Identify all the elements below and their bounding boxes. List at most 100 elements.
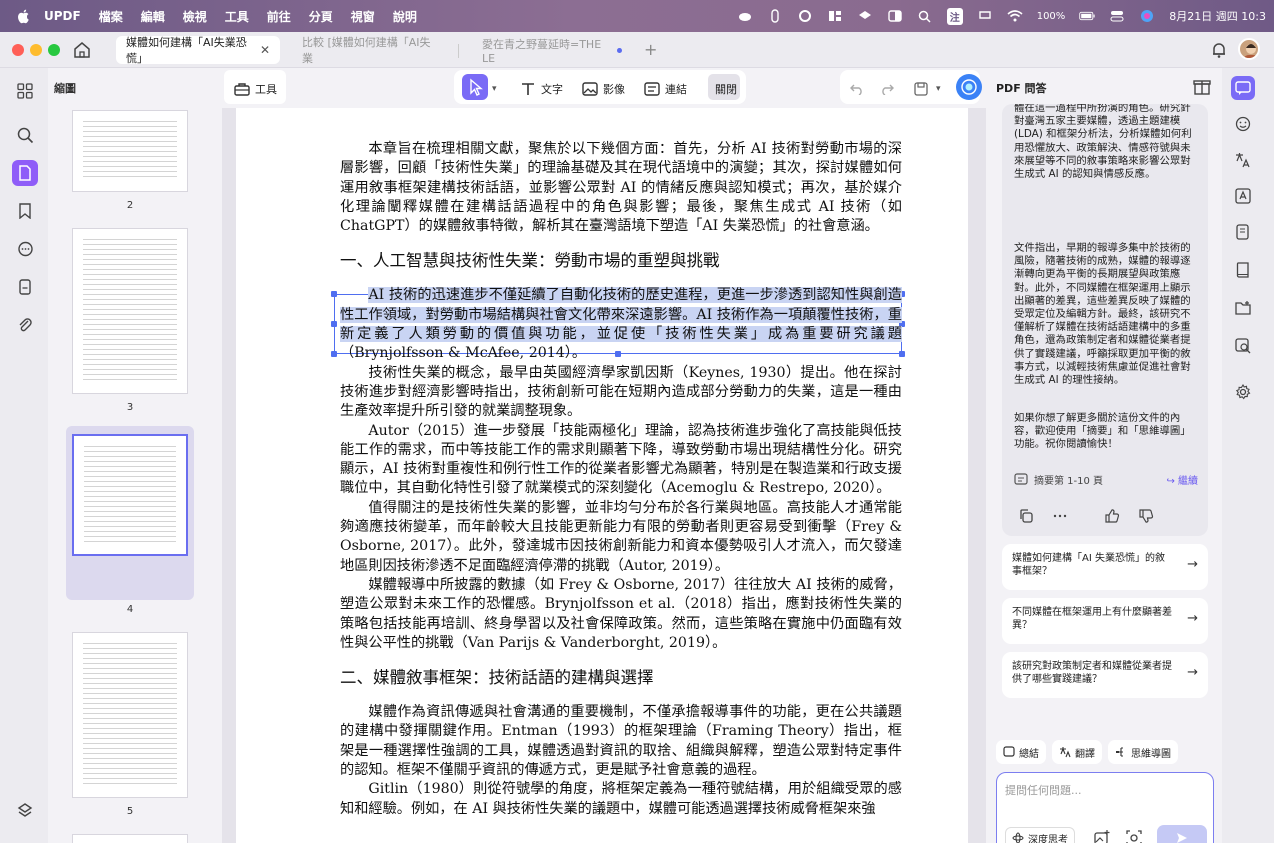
send-button[interactable] <box>1157 825 1207 843</box>
window-close-button[interactable] <box>12 44 24 56</box>
question-input[interactable] <box>1005 781 1195 799</box>
split-view-icon[interactable] <box>827 8 843 24</box>
save-icon[interactable] <box>914 76 933 102</box>
selection-handle[interactable] <box>331 291 337 297</box>
home-icon[interactable] <box>72 40 92 60</box>
tab-doc-2[interactable]: 比較 [媒體如何建構「AI失業 <box>292 36 442 65</box>
tab-doc-3[interactable]: 愛在青之野蔓延時=THE LE <box>472 36 632 65</box>
control-center-icon[interactable] <box>1109 8 1125 24</box>
menu-tools[interactable]: 工具 <box>225 8 249 25</box>
tools-button[interactable]: 工具 <box>234 76 277 102</box>
form-rail-button[interactable] <box>1231 220 1255 244</box>
page-thumbnail-2[interactable] <box>72 110 188 192</box>
organize-rail-button[interactable] <box>1231 296 1255 320</box>
undo-icon[interactable] <box>850 76 869 102</box>
menu-tab[interactable]: 分頁 <box>309 8 333 25</box>
tab-close-icon[interactable]: ✕ <box>260 43 270 57</box>
search-rail-button[interactable] <box>12 122 38 148</box>
menu-go[interactable]: 前往 <box>267 8 291 25</box>
screenshot-icon[interactable] <box>1125 829 1143 843</box>
scan-rail-button[interactable] <box>1231 334 1255 358</box>
screen-mirror-icon[interactable] <box>977 8 993 24</box>
battery-icon[interactable] <box>1079 8 1095 24</box>
link-tool-button[interactable]: 連結 <box>644 76 687 102</box>
suggested-question-1[interactable]: 媒體如何建構「AI 失業恐慌」的敘事框架？ → <box>1002 544 1208 590</box>
ocr-rail-button[interactable] <box>1231 184 1255 208</box>
page-thumbnail-3[interactable] <box>72 228 188 394</box>
paragraph[interactable]: AI 技術的迅速進步不僅延續了自動化技術的歷史進程，更進一步滲透到認知性與創造性… <box>340 286 902 363</box>
paragraph[interactable]: 媒體報導中所披露的數據（如 Frey & Osborne, 2017）往往放大 … <box>340 576 902 653</box>
avatar[interactable] <box>1238 38 1260 60</box>
sync-icon[interactable] <box>797 8 813 24</box>
reader-rail-button[interactable] <box>1231 258 1255 282</box>
input-method-icon[interactable]: 注 <box>946 7 963 25</box>
add-tab-button[interactable]: + <box>644 40 657 59</box>
copy-icon[interactable] <box>1018 508 1034 524</box>
pages-rail-button[interactable] <box>12 160 38 186</box>
page-thumbnail-6[interactable] <box>72 834 188 843</box>
paragraph[interactable]: 值得關注的是技術性失業的影響，並非均勻分布於各行業與地區。高技能人才通常能夠適應… <box>340 499 902 576</box>
menu-help[interactable]: 說明 <box>393 8 417 25</box>
close-edit-button[interactable]: 關閉 <box>715 76 737 102</box>
wifi-icon[interactable] <box>1007 8 1023 24</box>
section-heading[interactable]: 一、人工智慧與技術性失業：勞動市場的重塑與挑戰 <box>340 250 902 272</box>
select-tool-button[interactable] <box>462 74 488 100</box>
selection-handle[interactable] <box>331 351 337 357</box>
search-icon[interactable] <box>917 8 933 24</box>
text-tool-button[interactable]: 文字 <box>520 76 563 102</box>
bell-icon[interactable] <box>1210 41 1228 59</box>
contrast-icon[interactable] <box>887 8 903 24</box>
thumbs-down-icon[interactable] <box>1138 508 1154 524</box>
select-tool-dropdown[interactable]: ▾ <box>492 76 497 102</box>
gift-icon[interactable] <box>1192 76 1212 96</box>
stack-icon[interactable] <box>857 8 873 24</box>
mindmap-chip[interactable]: 思維導圖 <box>1108 740 1178 764</box>
menu-view[interactable]: 檢視 <box>183 8 207 25</box>
section-heading[interactable]: 二、媒體敘事框架：技術話語的建構與選擇 <box>340 667 902 689</box>
suggested-question-3[interactable]: 該研究對政策制定者和媒體從業者提供了哪些實踐建議？ → <box>1002 652 1208 698</box>
page-text[interactable]: 本章旨在梳理相關文獻，聚焦於以下幾個方面：首先，分析 AI 技術對勞動市場的深層… <box>340 140 902 819</box>
layers-rail-button[interactable] <box>12 797 38 823</box>
suggested-question-2[interactable]: 不同媒體在框架運用上有什麼顯著差異？ → <box>1002 598 1208 644</box>
cloud-icon[interactable] <box>737 8 753 24</box>
comments-rail-button[interactable] <box>12 236 38 262</box>
redo-icon[interactable] <box>880 76 899 102</box>
save-dropdown-icon[interactable]: ▾ <box>936 76 941 102</box>
paragraph[interactable]: 媒體作為資訊傳遞與社會溝通的重要機制，不僅承擔報導事件的功能，更在公共議題的建構… <box>340 703 902 780</box>
menu-edit[interactable]: 編輯 <box>141 8 165 25</box>
settings-rail-button[interactable] <box>1231 380 1255 404</box>
window-minimize-button[interactable] <box>30 44 42 56</box>
paragraph[interactable]: Gitlin（1980）則從符號學的角度，將框架定義為一種符號結構，用於組織受眾… <box>340 780 902 819</box>
menu-window[interactable]: 視窗 <box>351 8 375 25</box>
bookmark-rail-button[interactable] <box>12 198 38 224</box>
paragraph[interactable]: Autor（2015）進一步發展「技能兩極化」理論，認為技術進步強化了高技能與低… <box>340 422 902 499</box>
continue-button[interactable]: ↪ 繼續 <box>1166 472 1198 487</box>
apple-icon[interactable] <box>16 8 32 24</box>
tab-doc-1[interactable]: 媒體如何建構「AI失業恐慌」 ✕ <box>116 36 280 65</box>
ai-assistant-button[interactable] <box>956 74 982 100</box>
citation-text[interactable]: （Brynjolfsson & McAfee, 2014）。 <box>340 345 586 361</box>
attachments-rail-button[interactable] <box>12 274 38 300</box>
paragraph[interactable]: 本章旨在梳理相關文獻，聚焦於以下幾個方面：首先，分析 AI 技術對勞動市場的深層… <box>340 140 902 236</box>
summarize-chip[interactable]: 總結 <box>996 740 1046 764</box>
paperclip-rail-button[interactable] <box>12 312 38 338</box>
siri-icon[interactable] <box>1139 8 1155 24</box>
page-thumbnail-5[interactable] <box>72 632 188 798</box>
menu-file[interactable]: 檔案 <box>99 8 123 25</box>
thumbnails-rail-button[interactable] <box>12 78 38 104</box>
menu-app[interactable]: UPDF <box>44 9 81 23</box>
page-thumbnail-4[interactable] <box>72 434 188 556</box>
image-upload-icon[interactable] <box>1093 829 1111 843</box>
selection-handle[interactable] <box>331 321 337 327</box>
more-icon[interactable] <box>1052 508 1068 524</box>
mic-icon[interactable] <box>767 8 783 24</box>
emoji-rail-button[interactable] <box>1231 112 1255 136</box>
translate-chip[interactable]: 翻譯 <box>1052 740 1102 764</box>
thumbs-up-icon[interactable] <box>1104 508 1120 524</box>
translate-rail-button[interactable] <box>1231 148 1255 172</box>
image-tool-button[interactable]: 影像 <box>582 76 625 102</box>
ai-chat-rail-button[interactable] <box>1231 76 1255 100</box>
deep-think-toggle[interactable]: 深度思考 <box>1005 827 1075 843</box>
paragraph[interactable]: 技術性失業的概念，最早由英國經濟學家凱因斯（Keynes, 1930）提出。他在… <box>340 364 902 422</box>
highlighted-text[interactable]: AI 技術的迅速進步不僅延續了自動化技術的歷史進程，更進一步滲透到認知性與創造性… <box>340 287 902 343</box>
